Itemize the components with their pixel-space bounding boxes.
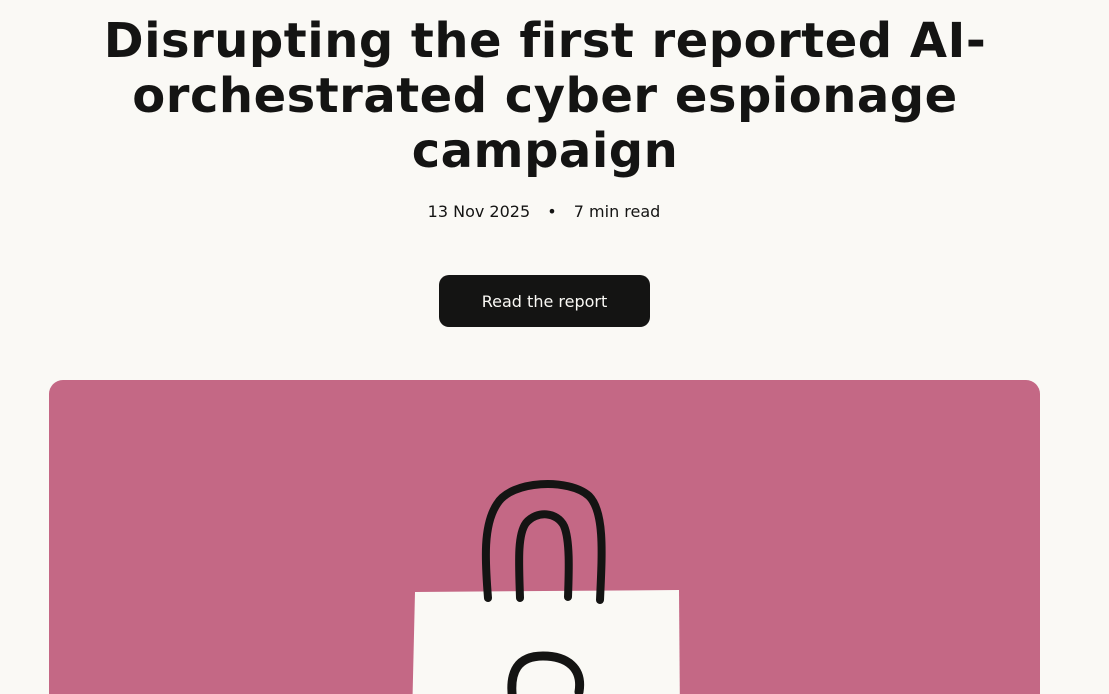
read-report-button[interactable]: Read the report <box>439 275 650 327</box>
shopping-bag-with-lock-icon <box>412 480 680 694</box>
article-date: 13 Nov 2025 <box>427 202 531 221</box>
article-meta: 13 Nov 2025 • 7 min read <box>0 201 1088 223</box>
article-title: Disrupting the first reported AI-orchest… <box>103 13 987 179</box>
meta-separator: • <box>547 202 557 221</box>
hero-illustration <box>49 380 1040 694</box>
article-read-time: 7 min read <box>573 202 661 221</box>
